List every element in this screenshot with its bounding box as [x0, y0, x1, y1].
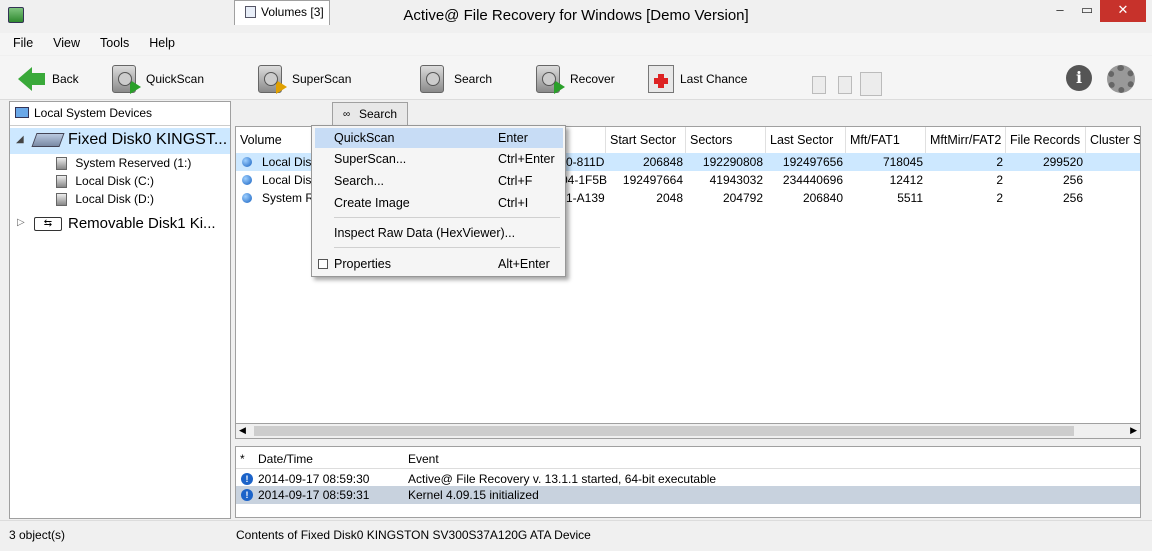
volume-dot-icon [242, 157, 252, 167]
column-header[interactable]: Sectors [686, 127, 766, 153]
info-icon: ! [241, 473, 253, 485]
column-header[interactable]: File Records [1006, 127, 1086, 153]
event-log: * Date/Time Event ! 2014-09-17 08:59:30 … [235, 446, 1141, 518]
tab-search[interactable]: ∞ Search [332, 102, 408, 125]
first-aid-icon [648, 65, 674, 93]
column-header[interactable]: * [240, 452, 245, 466]
column-header[interactable]: Event [408, 452, 439, 466]
hard-disk-icon [31, 133, 65, 147]
close-button[interactable]: ✕ [1100, 0, 1146, 22]
device-tree-panel: Local System Devices ◢ Fixed Disk0 KINGS… [9, 101, 231, 519]
tree-item-disk0[interactable]: ◢ Fixed Disk0 KINGST... [10, 128, 230, 154]
doc-check-icon[interactable] [812, 76, 826, 94]
scroll-right-icon[interactable]: ▶ [1130, 425, 1137, 436]
context-menu: QuickScan Enter SuperScan... Ctrl+Enter … [311, 125, 566, 277]
properties-icon [318, 259, 328, 269]
menu-separator [334, 247, 560, 248]
usb-icon: ⇆ [34, 217, 62, 231]
minimize-button[interactable]: – [1046, 0, 1074, 22]
quickscan-disk-icon [112, 65, 141, 94]
info-icon[interactable]: i [1066, 65, 1092, 91]
log-header: * Date/Time Event [236, 447, 1140, 469]
status-count: 3 object(s) [9, 528, 66, 542]
menu-separator [334, 217, 560, 218]
maximize-button[interactable]: ▭ [1074, 0, 1100, 22]
tree-item-volume[interactable]: Local Disk (C:) [56, 174, 154, 192]
title-bar: Active@ File Recovery for Windows [Demo … [0, 0, 1152, 32]
device-tree-header: Local System Devices [10, 102, 230, 126]
toolbar: Back QuickScan SuperScan Search Recover … [0, 56, 1152, 100]
volume-dot-icon [242, 193, 252, 203]
recover-disk-icon [536, 65, 565, 94]
search-button[interactable]: Search [420, 62, 492, 96]
scroll-left-icon[interactable]: ◀ [239, 425, 246, 436]
volume-dot-icon [242, 175, 252, 185]
menu-help[interactable]: Help [136, 33, 182, 50]
column-header[interactable]: Mft/FAT1 [846, 127, 926, 153]
doc-delete-icon[interactable] [838, 76, 852, 94]
menu-view[interactable]: View [40, 33, 87, 50]
column-header[interactable]: Last Sector [766, 127, 846, 153]
tree-item-disk1[interactable]: ▷ ⇆ Removable Disk1 Ki... [10, 212, 230, 236]
volume-icon [56, 175, 67, 189]
menu-item-properties[interactable]: Properties Alt+Enter [318, 254, 564, 274]
menu-item-create-image[interactable]: Create Image Ctrl+I [334, 193, 564, 213]
tree-item-volume[interactable]: Local Disk (D:) [56, 192, 154, 210]
status-bar: 3 object(s) Contents of Fixed Disk0 KING… [0, 520, 1152, 551]
column-header[interactable]: Cluster Si [1086, 127, 1140, 153]
window-title: Active@ File Recovery for Windows [Demo … [403, 7, 749, 24]
status-contents: Contents of Fixed Disk0 KINGSTON SV300S3… [236, 528, 591, 542]
doc-properties-icon[interactable] [860, 72, 882, 96]
menu-bar: File View Tools Help [0, 33, 1152, 55]
back-arrow-icon [18, 67, 45, 91]
scroll-thumb[interactable] [254, 426, 1074, 436]
menu-file[interactable]: File [0, 33, 40, 50]
menu-item-inspect-raw[interactable]: Inspect Raw Data (HexViewer)... [334, 223, 564, 243]
expand-arrow-icon[interactable]: ◢ [16, 134, 24, 145]
superscan-disk-icon [258, 65, 287, 94]
tab-volumes[interactable]: Volumes [3] [234, 0, 330, 25]
menu-item-search[interactable]: Search... Ctrl+F [334, 171, 564, 191]
volumes-tab-icon [245, 6, 256, 18]
tree-item-volume[interactable]: System Reserved (1:) [56, 156, 191, 174]
menu-item-superscan[interactable]: SuperScan... Ctrl+Enter [334, 149, 564, 169]
recover-button[interactable]: Recover [536, 62, 615, 96]
superscan-button[interactable]: SuperScan [258, 62, 351, 96]
volume-icon [56, 193, 67, 207]
gear-icon[interactable] [1107, 65, 1135, 93]
menu-item-quickscan[interactable]: QuickScan Enter [315, 128, 563, 148]
quickscan-button[interactable]: QuickScan [112, 62, 204, 96]
computer-icon [15, 107, 29, 118]
search-disk-icon [420, 65, 444, 93]
binoculars-icon: ∞ [343, 109, 351, 120]
collapse-arrow-icon[interactable]: ▷ [17, 217, 25, 228]
last-chance-button[interactable]: Last Chance [648, 62, 747, 96]
horizontal-scrollbar[interactable]: ◀ ▶ [235, 423, 1141, 439]
log-row[interactable]: ! 2014-09-17 08:59:31 Kernel 4.09.15 ini… [236, 486, 1140, 504]
column-header[interactable]: Start Sector [606, 127, 686, 153]
info-icon: ! [241, 489, 253, 501]
column-header[interactable]: MftMirr/FAT2 [926, 127, 1006, 153]
menu-tools[interactable]: Tools [87, 33, 136, 50]
back-button[interactable]: Back [18, 62, 79, 96]
column-header[interactable]: Date/Time [258, 452, 313, 466]
volume-icon [56, 157, 67, 171]
